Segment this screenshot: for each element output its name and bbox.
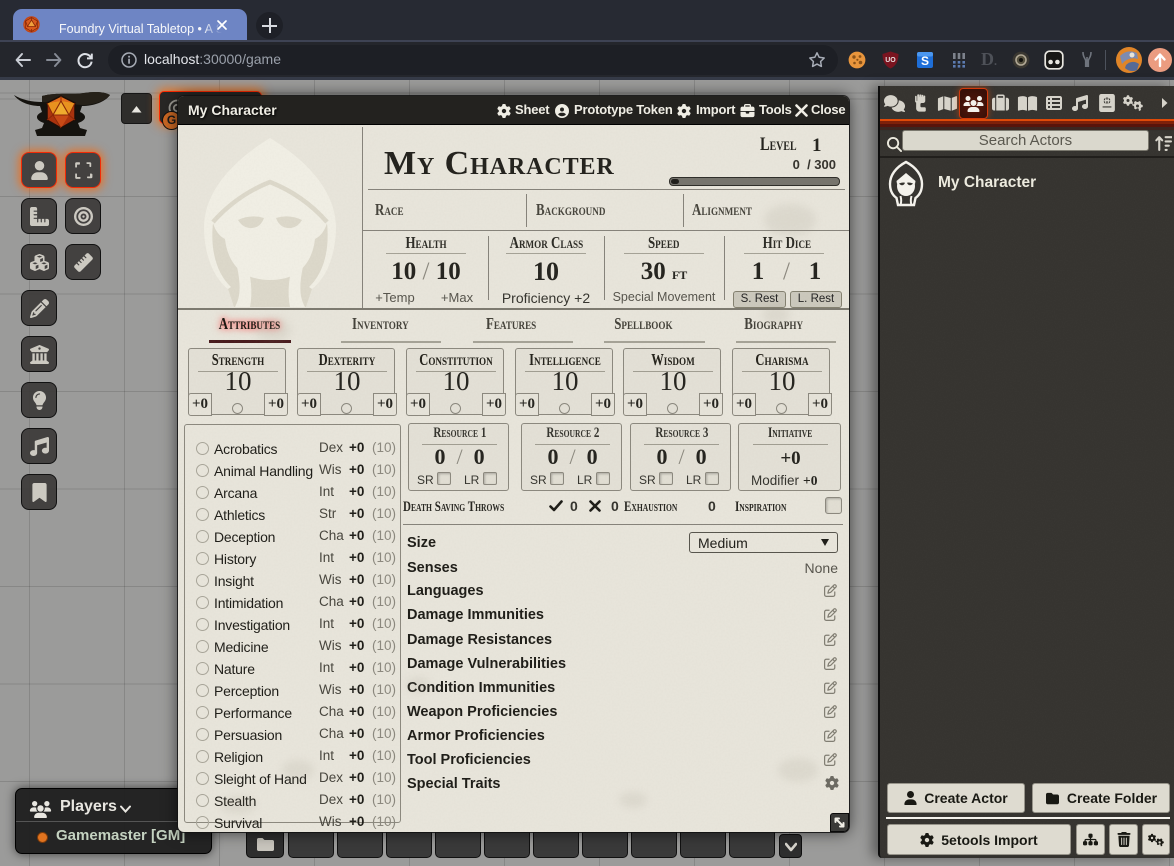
- svg-text:S: S: [921, 54, 929, 68]
- svg-text:UO: UO: [885, 57, 896, 64]
